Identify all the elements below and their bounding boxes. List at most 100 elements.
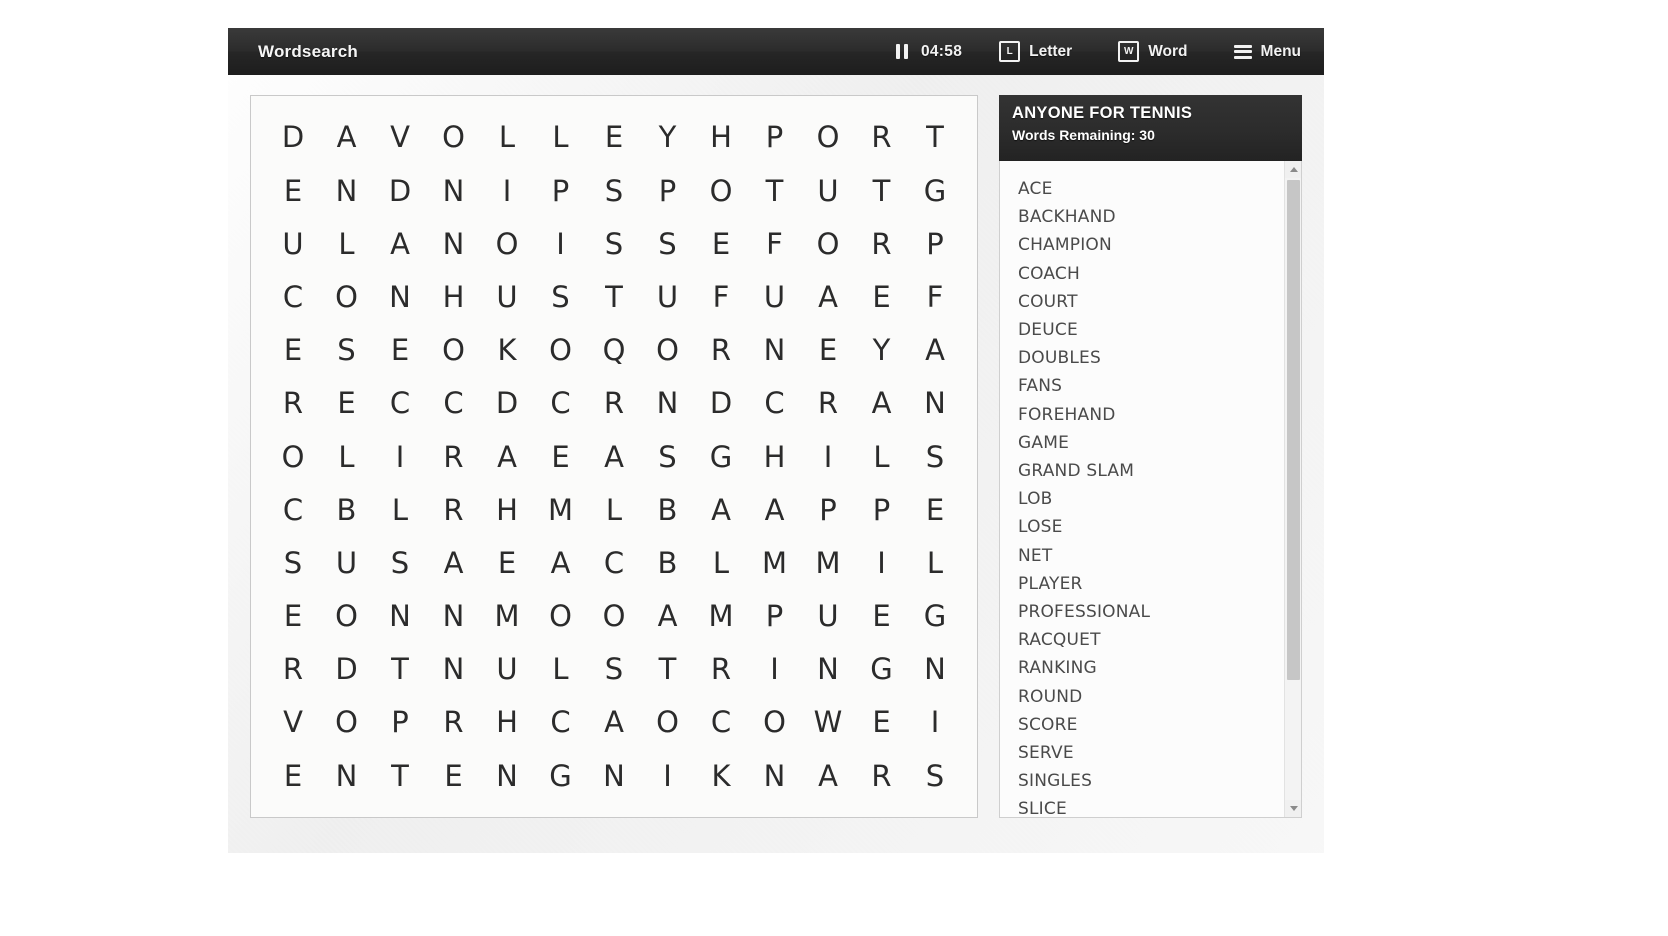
word-list-scrollbar[interactable] [1284, 161, 1301, 817]
grid-cell[interactable]: Y [641, 111, 695, 164]
grid-cell[interactable]: A [587, 696, 641, 749]
grid-cell[interactable]: N [801, 643, 855, 696]
scroll-down-button[interactable] [1285, 800, 1301, 817]
grid-cell[interactable]: S [587, 164, 641, 217]
grid-cell[interactable]: E [801, 324, 855, 377]
grid-cell[interactable]: W [801, 696, 855, 749]
grid-cell[interactable]: D [480, 377, 534, 430]
grid-cell[interactable]: R [694, 643, 748, 696]
grid-cell[interactable]: P [801, 483, 855, 536]
grid-cell[interactable]: O [480, 217, 534, 270]
grid-cell[interactable]: F [908, 270, 962, 323]
grid-cell[interactable]: I [855, 536, 909, 589]
grid-cell[interactable]: O [641, 324, 695, 377]
grid-cell[interactable]: S [641, 430, 695, 483]
grid-cell[interactable]: A [748, 483, 802, 536]
grid-cell[interactable]: C [534, 696, 588, 749]
grid-cell[interactable]: N [427, 589, 481, 642]
grid-cell[interactable]: R [855, 111, 909, 164]
word-list-item[interactable]: LOSE [1018, 513, 1283, 541]
grid-cell[interactable]: L [320, 430, 374, 483]
word-list-item[interactable]: PLAYER [1018, 570, 1283, 598]
grid-cell[interactable]: V [266, 696, 320, 749]
grid-cell[interactable]: R [427, 483, 481, 536]
grid-cell[interactable]: O [266, 430, 320, 483]
grid-cell[interactable]: N [587, 749, 641, 802]
grid-cell[interactable]: A [801, 749, 855, 802]
grid-cell[interactable]: L [320, 217, 374, 270]
grid-cell[interactable]: L [480, 111, 534, 164]
grid-cell[interactable]: N [908, 643, 962, 696]
word-list-item[interactable]: ROUND [1018, 683, 1283, 711]
grid-cell[interactable]: I [534, 217, 588, 270]
grid-cell[interactable]: P [748, 589, 802, 642]
menu-button[interactable]: Menu [1211, 28, 1324, 75]
grid-cell[interactable]: O [427, 324, 481, 377]
grid-cell[interactable]: N [480, 749, 534, 802]
grid-cell[interactable]: S [373, 536, 427, 589]
grid-cell[interactable]: M [534, 483, 588, 536]
grid-cell[interactable]: S [266, 536, 320, 589]
grid-cell[interactable]: G [908, 589, 962, 642]
grid-cell[interactable]: O [320, 270, 374, 323]
grid-cell[interactable]: E [266, 749, 320, 802]
grid-cell[interactable]: R [801, 377, 855, 430]
grid-cell[interactable]: D [373, 164, 427, 217]
grid-cell[interactable]: N [320, 164, 374, 217]
grid-cell[interactable]: O [641, 696, 695, 749]
grid-cell[interactable]: A [641, 589, 695, 642]
grid-cell[interactable]: A [427, 536, 481, 589]
grid-cell[interactable]: I [801, 430, 855, 483]
grid-cell[interactable]: I [908, 696, 962, 749]
grid-cell[interactable]: F [748, 217, 802, 270]
grid-cell[interactable]: H [480, 483, 534, 536]
grid-cell[interactable]: C [373, 377, 427, 430]
grid-cell[interactable]: C [694, 696, 748, 749]
grid-cell[interactable]: G [534, 749, 588, 802]
word-list-item[interactable]: SCORE [1018, 711, 1283, 739]
grid-cell[interactable]: S [587, 643, 641, 696]
grid-cell[interactable]: P [908, 217, 962, 270]
grid-cell[interactable]: N [373, 270, 427, 323]
grid-cell[interactable]: N [320, 749, 374, 802]
grid-cell[interactable]: M [801, 536, 855, 589]
grid-cell[interactable]: I [480, 164, 534, 217]
grid-cell[interactable]: L [534, 111, 588, 164]
grid-cell[interactable]: C [266, 270, 320, 323]
grid-cell[interactable]: S [587, 217, 641, 270]
word-list-item[interactable]: PROFESSIONAL [1018, 598, 1283, 626]
grid-cell[interactable]: M [694, 589, 748, 642]
grid-cell[interactable]: O [320, 589, 374, 642]
grid-cell[interactable]: U [320, 536, 374, 589]
grid-cell[interactable]: E [480, 536, 534, 589]
word-list-item[interactable]: NET [1018, 542, 1283, 570]
grid-cell[interactable]: L [908, 536, 962, 589]
pause-button[interactable] [886, 28, 915, 75]
grid-cell[interactable]: P [641, 164, 695, 217]
grid-cell[interactable]: B [641, 536, 695, 589]
grid-cell[interactable]: I [373, 430, 427, 483]
grid-cell[interactable]: C [587, 536, 641, 589]
grid-cell[interactable]: T [373, 643, 427, 696]
grid-cell[interactable]: E [908, 483, 962, 536]
grid-cell[interactable]: A [320, 111, 374, 164]
grid-cell[interactable]: N [427, 164, 481, 217]
grid-cell[interactable]: H [694, 111, 748, 164]
word-list-item[interactable]: CHAMPION [1018, 231, 1283, 259]
grid-cell[interactable]: S [641, 217, 695, 270]
grid-cell[interactable]: N [427, 217, 481, 270]
word-list-item[interactable]: COURT [1018, 288, 1283, 316]
wordsearch-grid[interactable]: DAVOLLEYHPORTENDNIPSPOTUTGULANOISSEFORPC… [266, 111, 962, 802]
grid-cell[interactable]: E [534, 430, 588, 483]
grid-cell[interactable]: E [320, 377, 374, 430]
grid-cell[interactable]: T [373, 749, 427, 802]
grid-cell[interactable]: S [320, 324, 374, 377]
grid-cell[interactable]: Y [855, 324, 909, 377]
grid-cell[interactable]: M [748, 536, 802, 589]
grid-cell[interactable]: L [855, 430, 909, 483]
grid-cell[interactable]: T [748, 164, 802, 217]
grid-cell[interactable]: N [427, 643, 481, 696]
grid-cell[interactable]: O [694, 164, 748, 217]
grid-cell[interactable]: O [427, 111, 481, 164]
grid-cell[interactable]: G [694, 430, 748, 483]
